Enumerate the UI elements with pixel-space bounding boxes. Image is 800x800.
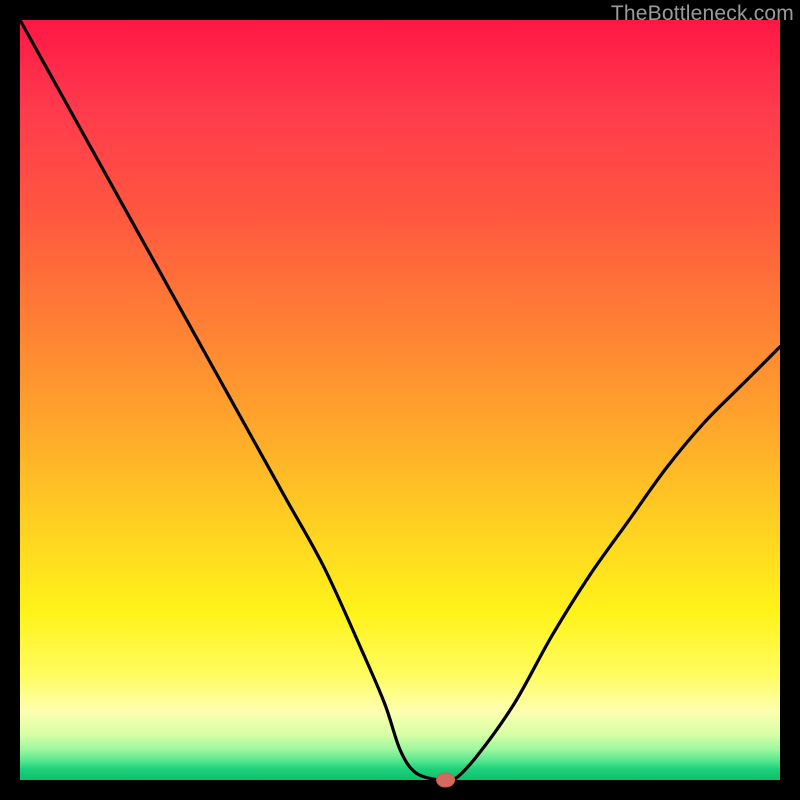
optimum-marker <box>437 773 455 787</box>
chart-frame: TheBottleneck.com <box>0 0 800 800</box>
plot-area <box>20 20 780 780</box>
curve-svg <box>20 20 780 780</box>
bottleneck-curve <box>20 20 780 782</box>
